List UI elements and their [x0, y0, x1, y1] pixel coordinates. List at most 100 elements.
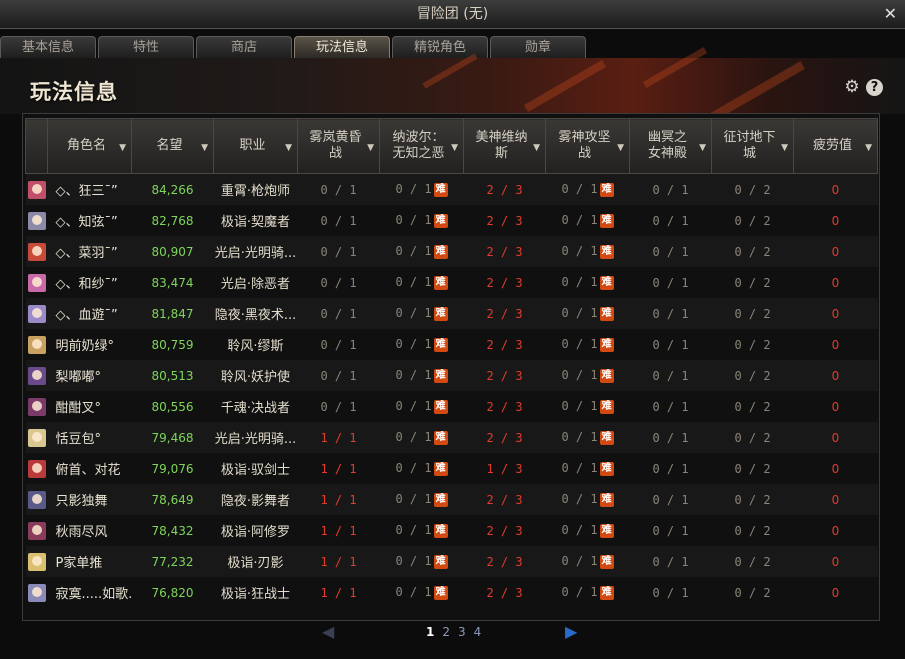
- nabol-count: 0 / 1难: [379, 205, 464, 236]
- sort-arrow-icon[interactable]: ▼: [367, 140, 374, 156]
- page-number-1[interactable]: 1: [426, 625, 434, 639]
- hard-mode-badge: 难: [433, 182, 448, 197]
- table-row[interactable]: 只影独舞 78,649 隐夜·影舞者 1 / 10 / 1难2 / 30 / 1难0 …: [25, 484, 878, 515]
- nether-temple-count: 0 / 1: [629, 329, 712, 360]
- nabol-count: 0 / 1难: [379, 577, 464, 608]
- page-number-4[interactable]: 4: [474, 625, 482, 639]
- dungeon-quest-count-value: 0 / 2: [734, 430, 771, 445]
- column-header-nether-goddess-temple[interactable]: 幽冥之 女神殿 ▼: [629, 118, 712, 174]
- dungeon-quest-count-value: 0 / 2: [734, 244, 771, 259]
- column-header-nabol-ignorant-evil[interactable]: 纳波尔： 无知之恶 ▼: [379, 118, 464, 174]
- avatar-cell: [25, 577, 48, 608]
- tab-traits[interactable]: 特性: [98, 36, 194, 58]
- table-row[interactable]: ◇、知弦ˉ” 82,768 极诣·契魔者 0 / 10 / 1难2 / 30 / 1难…: [25, 205, 878, 236]
- hard-mode-badge: 难: [599, 523, 614, 538]
- sort-arrow-icon[interactable]: ▼: [617, 140, 624, 156]
- hard-mode-badge: 难: [433, 368, 448, 383]
- avatar-cell: [25, 484, 48, 515]
- character-name-value: ◇、血遊ˉ”: [55, 308, 118, 323]
- job-value: 极诣·阿修罗: [220, 525, 291, 540]
- sort-arrow-icon[interactable]: ▼: [865, 140, 872, 156]
- fatigue-value: 0: [831, 554, 840, 569]
- column-header-fame[interactable]: 名望 ▼: [131, 118, 214, 174]
- sort-arrow-icon[interactable]: ▼: [119, 140, 126, 156]
- fog-god-raid-count: 0 / 1难: [545, 577, 630, 608]
- character-avatar: [27, 428, 46, 447]
- fatigue: 0: [793, 360, 878, 391]
- column-header-venus[interactable]: 美神维纳斯 ▼: [463, 118, 546, 174]
- fatigue: 0: [793, 298, 878, 329]
- character-name-value: ◇、知弦ˉ”: [55, 215, 118, 230]
- fame-value: 80,759: [151, 337, 194, 352]
- table-row[interactable]: ◇、和纱ˉ” 83,474 光启·除恶者 0 / 10 / 1难2 / 30 / 1难…: [25, 267, 878, 298]
- sort-arrow-icon[interactable]: ▼: [699, 140, 706, 156]
- table-row[interactable]: ◇、狂三ˉ” 84,266 重霄·枪炮师 0 / 10 / 1难2 / 30 / 1难…: [25, 173, 878, 205]
- fatigue-value: 0: [831, 275, 840, 290]
- dungeon-quest-count-value: 0 / 2: [734, 399, 771, 414]
- fog-twilight-count: 0 / 1: [297, 205, 380, 236]
- table-row[interactable]: 梨嘟嘟° 80,513 聆风·妖护使 0 / 10 / 1难2 / 30 / 1难0 …: [25, 360, 878, 391]
- table-row[interactable]: 酣酣叉° 80,556 千魂·决战者 0 / 10 / 1难2 / 30 / 1难0 …: [25, 391, 878, 422]
- nabol-count-value: 0 / 1: [395, 337, 432, 352]
- table-row[interactable]: 明前奶绿° 80,759 聆风·缪斯 0 / 10 / 1难2 / 30 / 1难0 …: [25, 329, 878, 360]
- venus-count-value: 2 / 3: [486, 182, 523, 197]
- page-number-2[interactable]: 2: [442, 625, 450, 639]
- column-header-name[interactable]: 角色名 ▼: [47, 118, 132, 174]
- table-row[interactable]: 恬豆包° 79,468 光启·光明骑... 1 / 10 / 1难2 / 30 / 1…: [25, 422, 878, 453]
- fog-twilight-count: 0 / 1: [297, 329, 380, 360]
- character-name-value: ◇、和纱ˉ”: [55, 277, 118, 292]
- fog-god-raid-count: 0 / 1难: [545, 422, 630, 453]
- tab-shop[interactable]: 商店: [196, 36, 292, 58]
- prev-page-icon[interactable]: ◀: [322, 622, 334, 641]
- column-header-job[interactable]: 职业 ▼: [213, 118, 298, 174]
- column-header-fog-twilight-war[interactable]: 雾岚黄昏战 ▼: [297, 118, 380, 174]
- fog-god-raid-count: 0 / 1难: [545, 298, 630, 329]
- header-banner: [0, 46, 905, 124]
- column-header-dungeon-quest[interactable]: 征讨地下城 ▼: [711, 118, 794, 174]
- sort-arrow-icon[interactable]: ▼: [451, 140, 458, 156]
- character-avatar: [27, 521, 46, 540]
- job-value: 极诣·驭剑士: [220, 463, 291, 478]
- character-name: ◇、菜羽ˉ”: [47, 236, 132, 267]
- table-row[interactable]: ◇、血遊ˉ” 81,847 隐夜·黑夜术... 0 / 10 / 1难2 / 30 /…: [25, 298, 878, 329]
- column-header-fatigue[interactable]: 疲劳值 ▼: [793, 118, 878, 174]
- venus-count: 2 / 3: [463, 577, 546, 608]
- table-row[interactable]: ◇、菜羽ˉ” 80,907 光启·光明骑... 0 / 10 / 1难2 / 30 /…: [25, 236, 878, 267]
- tab-gameplay-info[interactable]: 玩法信息: [294, 36, 390, 58]
- fame: 78,649: [131, 484, 214, 515]
- next-page-icon[interactable]: ▶: [565, 622, 577, 641]
- job-value: 重霄·枪炮师: [220, 184, 291, 199]
- hard-mode-badge: 难: [433, 461, 448, 476]
- hard-mode-badge: 难: [433, 275, 448, 290]
- table-row[interactable]: 俯首、对花 79,076 极诣·驭剑士 1 / 10 / 1难1 / 30 / 1难0…: [25, 453, 878, 484]
- avatar-cell: [25, 422, 48, 453]
- column-header-fog-god-raid[interactable]: 雾神攻坚战 ▼: [545, 118, 630, 174]
- table-row[interactable]: P家单推 77,232 极诣·刃影 1 / 10 / 1难2 / 30 / 1难0 /…: [25, 546, 878, 577]
- fog-god-raid-count-value: 0 / 1: [561, 492, 598, 507]
- sort-arrow-icon[interactable]: ▼: [285, 140, 292, 156]
- sort-arrow-icon[interactable]: ▼: [533, 140, 540, 156]
- sort-arrow-icon[interactable]: ▼: [201, 140, 208, 156]
- close-icon[interactable]: ✕: [884, 0, 897, 28]
- dungeon-quest-count-value: 0 / 2: [734, 554, 771, 569]
- sort-arrow-icon[interactable]: ▼: [781, 140, 788, 156]
- table-row[interactable]: 秋雨尽风 78,432 极诣·阿修罗 1 / 10 / 1难2 / 30 / 1难0 …: [25, 515, 878, 546]
- character-avatar: [27, 397, 46, 416]
- hard-mode-badge: 难: [433, 399, 448, 414]
- page-number-3[interactable]: 3: [458, 625, 466, 639]
- dungeon-quest-count-value: 0 / 2: [734, 213, 771, 228]
- dungeon-quest-count: 0 / 2: [711, 329, 794, 360]
- job: 光启·除恶者: [213, 267, 298, 298]
- window-titlebar: 冒险团 (无) ✕: [0, 0, 905, 29]
- tab-medals[interactable]: 勋章: [490, 36, 586, 58]
- help-icon[interactable]: ?: [866, 79, 883, 96]
- tab-basic-info[interactable]: 基本信息: [0, 36, 96, 58]
- nabol-count: 0 / 1难: [379, 329, 464, 360]
- table-row[interactable]: 寂寞.....如歌...76,820极诣·狂战士1 / 10 / 1难2 / 3…: [25, 577, 878, 608]
- fog-god-raid-count: 0 / 1难: [545, 205, 630, 236]
- avatar-cell: [25, 329, 48, 360]
- dungeon-quest-count: 0 / 2: [711, 484, 794, 515]
- gear-icon[interactable]: ⚙: [843, 78, 861, 96]
- column-header-label: 角色名: [66, 138, 106, 153]
- fame: 76,820: [131, 577, 214, 608]
